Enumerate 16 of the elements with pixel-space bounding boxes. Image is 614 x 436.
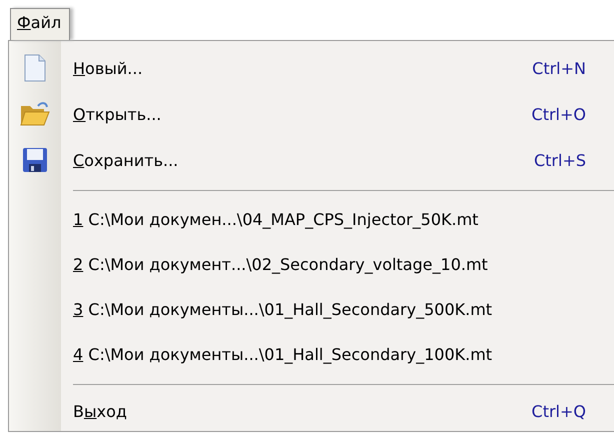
folder-icon bbox=[20, 101, 50, 127]
menu-item[interactable]: Выход bbox=[73, 402, 127, 420]
recent-file-item[interactable]: 1 C:\Мои докумен...\04_MAP_CPS_Injector_50K.mt bbox=[73, 210, 478, 229]
recent-file-item[interactable]: 4 C:\Мои документы...\01_Hall_Secondary_100K.mt bbox=[73, 345, 492, 364]
recent-file-item[interactable]: 2 C:\Мои документ...\02_Secondary_voltage_10.mt bbox=[73, 255, 488, 274]
menu-item[interactable]: Новый... bbox=[73, 58, 143, 78]
shortcut-text: Ctrl+S bbox=[534, 150, 586, 170]
document-icon bbox=[24, 54, 46, 82]
menu-bar-item[interactable]: Файл bbox=[10, 8, 70, 40]
shortcut-text: Ctrl+O bbox=[532, 104, 586, 124]
menu-item[interactable]: Сохранить... bbox=[73, 150, 178, 170]
save-icon bbox=[22, 147, 48, 173]
menu-item[interactable]: Открыть... bbox=[73, 104, 162, 124]
recent-file-item[interactable]: 3 C:\Мои документы...\01_Hall_Secondary_500K.mt bbox=[73, 300, 492, 319]
shortcut-text: Ctrl+N bbox=[532, 58, 586, 78]
shortcut-text: Ctrl+Q bbox=[532, 402, 586, 420]
